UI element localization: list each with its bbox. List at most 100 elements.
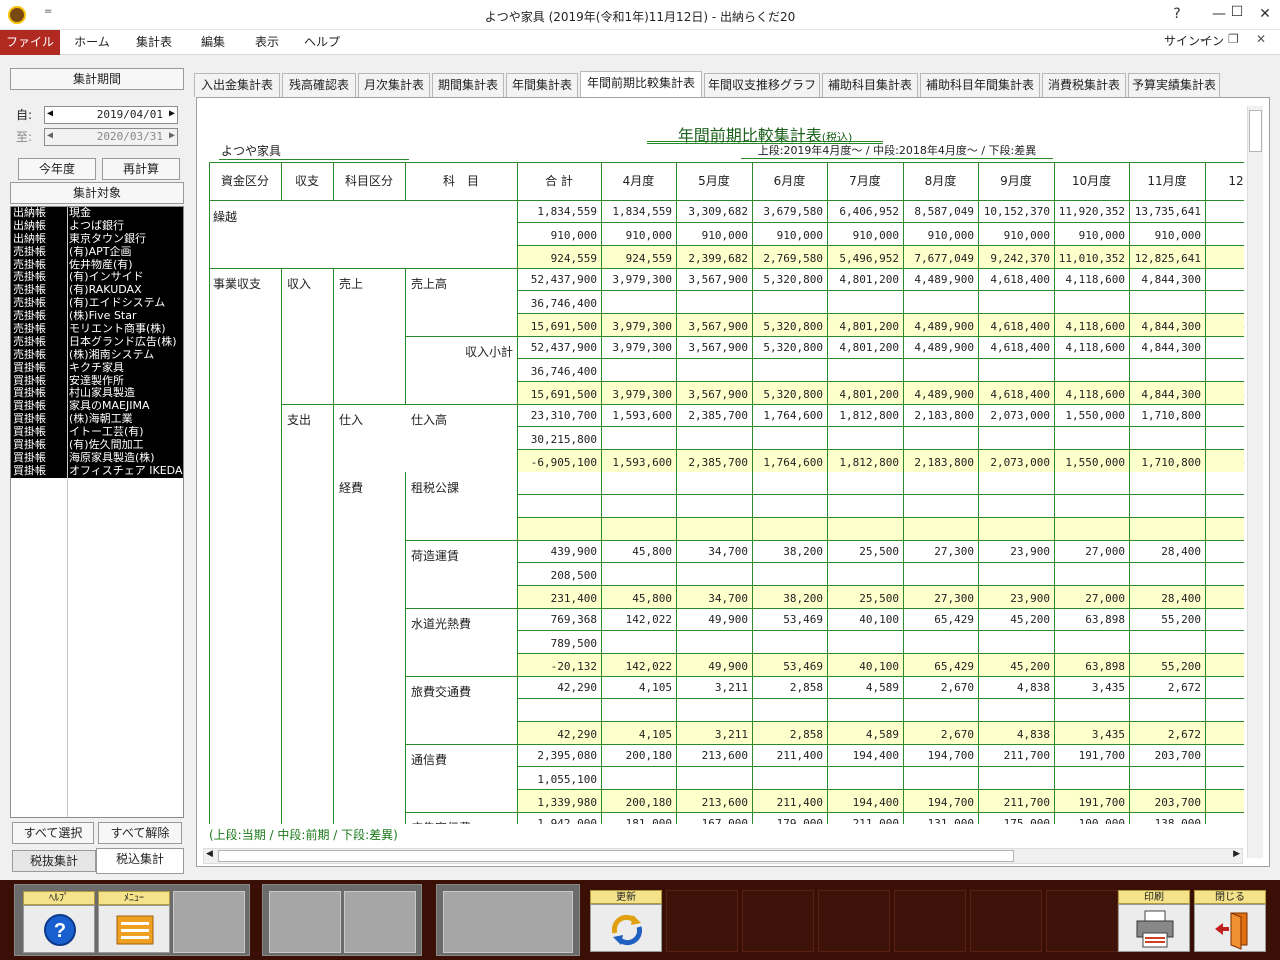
- this-year-button[interactable]: 今年度: [18, 158, 96, 180]
- row-label: 繰越: [213, 210, 238, 224]
- table-cell: 4,838: [1016, 728, 1050, 741]
- ribbon-tab-help[interactable]: ヘルプ: [298, 30, 346, 55]
- ribbon-restore-button[interactable]: ❐: [1228, 32, 1239, 46]
- table-cell: 910,000: [550, 229, 597, 242]
- tax-excluded-tab[interactable]: 税抜集計: [12, 850, 96, 872]
- period-button[interactable]: 集計期間: [10, 68, 184, 90]
- target-kind: 買掛帳: [13, 439, 46, 452]
- table-cell: 45,800: [632, 545, 672, 558]
- tab-9[interactable]: 補助科目年間集計表: [920, 73, 1040, 97]
- table-cell: 3,309,682: [688, 205, 748, 218]
- table-cell: [752, 296, 827, 312]
- close-app-button[interactable]: 閉じる: [1194, 890, 1266, 952]
- deselect-all-button[interactable]: すべて解除: [98, 822, 182, 844]
- prev-arrow-icon[interactable]: ◀: [45, 130, 55, 141]
- ribbon-tab-edit[interactable]: 編集: [190, 30, 236, 55]
- ribbon-tab-file[interactable]: ファイル: [0, 30, 60, 55]
- table-cell: 13,735,641: [1134, 205, 1201, 218]
- column-header: 11月度: [1147, 174, 1187, 188]
- horizontal-scrollbar[interactable]: ◀ ▶: [203, 848, 1243, 864]
- target-list-item[interactable]: 買掛帳 家具のMAEJIMA: [11, 400, 183, 414]
- table-cell: [903, 568, 978, 584]
- tab-10[interactable]: 消費税集計表: [1042, 73, 1126, 97]
- close-window-button[interactable]: ✕: [1250, 6, 1280, 22]
- table-cell: [1205, 704, 1244, 720]
- target-button[interactable]: 集計対象: [10, 182, 184, 204]
- ribbon-tab-home[interactable]: ホーム: [66, 30, 118, 55]
- tab-1[interactable]: 入出金集計表: [194, 73, 280, 97]
- refresh-button[interactable]: 更新: [590, 890, 662, 952]
- select-all-button[interactable]: すべて選択: [12, 822, 94, 844]
- target-list-item[interactable]: 買掛帳 イトー工芸(有): [11, 426, 183, 440]
- target-list-item[interactable]: 出納帳 東京タウン銀行: [11, 232, 183, 246]
- target-list-item[interactable]: 売掛帳 モリエント商事(株): [11, 323, 183, 336]
- table-cell: -7: [1205, 659, 1244, 675]
- target-name: (有)APT企画: [69, 245, 132, 258]
- tab-2[interactable]: 残高確認表: [282, 73, 356, 97]
- target-list-item[interactable]: 買掛帳 (有)佐久間加工: [11, 439, 183, 452]
- table-cell: 11,920,352: [1058, 205, 1125, 218]
- target-list-item[interactable]: 売掛帳 (株)湘南システム: [11, 348, 183, 362]
- target-list-item[interactable]: 買掛帳 海原家具製造(株): [11, 451, 183, 465]
- target-list-item[interactable]: 買掛帳 (株)海朝工業: [11, 413, 183, 427]
- row-label: 収入: [287, 277, 312, 291]
- ribbon-close-button[interactable]: ✕: [1256, 32, 1266, 46]
- next-arrow-icon[interactable]: ▶: [167, 108, 177, 119]
- signin-link[interactable]: サインイン: [1164, 32, 1224, 49]
- table-cell: [601, 636, 676, 652]
- horizontal-scroll-thumb[interactable]: [218, 850, 1014, 862]
- vertical-scrollbar[interactable]: [1247, 106, 1263, 858]
- target-list-item[interactable]: 売掛帳 (株)Five Star: [11, 310, 183, 324]
- table-cell: [1054, 568, 1129, 584]
- target-list[interactable]: 出納帳 現金 出納帳 よつば銀行 出納帳 東京タウン銀行 売掛帳 (有)APT企画 売掛帳 佐井物…: [10, 206, 184, 818]
- target-list-item[interactable]: 売掛帳 (有)エイドシステム: [11, 297, 183, 311]
- scroll-right-icon[interactable]: ▶: [1233, 849, 1240, 859]
- left-panel: 集計期間 自: ◀ 2019/04/01 ▶ 至: ◀ 2020/03/31 ▶…: [8, 68, 186, 878]
- target-list-item[interactable]: 売掛帳 (有)APT企画: [11, 245, 183, 259]
- tab-8[interactable]: 補助科目集計表: [822, 73, 918, 97]
- target-list-item[interactable]: 売掛帳 日本グランド広告(株): [11, 335, 183, 349]
- target-list-item[interactable]: 買掛帳 オフィスチェア IKEDA: [11, 464, 183, 478]
- table-cell: 3,435: [1091, 681, 1125, 694]
- target-list-item[interactable]: 出納帳 よつば銀行: [11, 219, 183, 233]
- maximize-button[interactable]: ☐: [1222, 4, 1252, 20]
- tab-7[interactable]: 年間収支推移グラフ: [704, 73, 820, 97]
- recalc-button[interactable]: 再計算: [102, 158, 180, 180]
- table-cell: 36,746,400: [530, 297, 597, 310]
- table-cell: [1129, 568, 1205, 584]
- target-kind: 売掛帳: [13, 271, 46, 284]
- next-arrow-icon[interactable]: ▶: [167, 130, 177, 141]
- tab-11[interactable]: 予算実績集計表: [1128, 73, 1220, 97]
- vertical-scroll-thumb[interactable]: [1249, 110, 1262, 152]
- table-cell: 1,710,800: [1141, 409, 1201, 422]
- ribbon-tab-view[interactable]: 表示: [244, 30, 290, 55]
- tax-included-tab[interactable]: 税込集計: [96, 848, 184, 874]
- from-date-field[interactable]: ◀ 2019/04/01 ▶: [44, 106, 178, 124]
- print-button[interactable]: 印刷: [1118, 890, 1190, 952]
- target-name: 東京タウン銀行: [69, 232, 146, 245]
- ribbon-minimize-button[interactable]: —: [1200, 32, 1212, 46]
- help-button[interactable]: ﾍﾙﾌﾟ ?: [23, 891, 95, 953]
- target-name: 佐井物産(有): [69, 258, 133, 271]
- ribbon-tab-report[interactable]: 集計表: [126, 30, 182, 55]
- to-date-field[interactable]: ◀ 2020/03/31 ▶: [44, 128, 178, 146]
- table-cell: 3,435: [1091, 728, 1125, 741]
- tab-4[interactable]: 期間集計表: [432, 73, 504, 97]
- target-list-item[interactable]: 売掛帳 (有)RAKUDAX: [11, 284, 183, 298]
- target-list-item[interactable]: 売掛帳 (有)インサイド: [11, 271, 183, 285]
- scroll-left-icon[interactable]: ◀: [206, 849, 213, 859]
- target-list-item[interactable]: 買掛帳 村山家具製造: [11, 387, 183, 401]
- table-cell: [676, 364, 752, 380]
- tab-6[interactable]: 年間前期比較集計表: [580, 71, 702, 98]
- menu-button[interactable]: ﾒﾆｭｰ: [98, 891, 170, 953]
- target-list-item[interactable]: 売掛帳 佐井物産(有): [11, 258, 183, 272]
- target-list-item[interactable]: 買掛帳 安達製作所: [11, 374, 183, 388]
- table-cell: 191,700: [1078, 796, 1125, 809]
- table-cell: [827, 432, 903, 448]
- help-question-icon[interactable]: ?: [1162, 6, 1192, 22]
- target-list-item[interactable]: 買掛帳 キクチ家具: [11, 361, 183, 375]
- target-list-item[interactable]: 出納帳 現金: [11, 207, 183, 220]
- tab-5[interactable]: 年間集計表: [506, 73, 578, 97]
- tab-3[interactable]: 月次集計表: [358, 73, 430, 97]
- prev-arrow-icon[interactable]: ◀: [45, 108, 55, 119]
